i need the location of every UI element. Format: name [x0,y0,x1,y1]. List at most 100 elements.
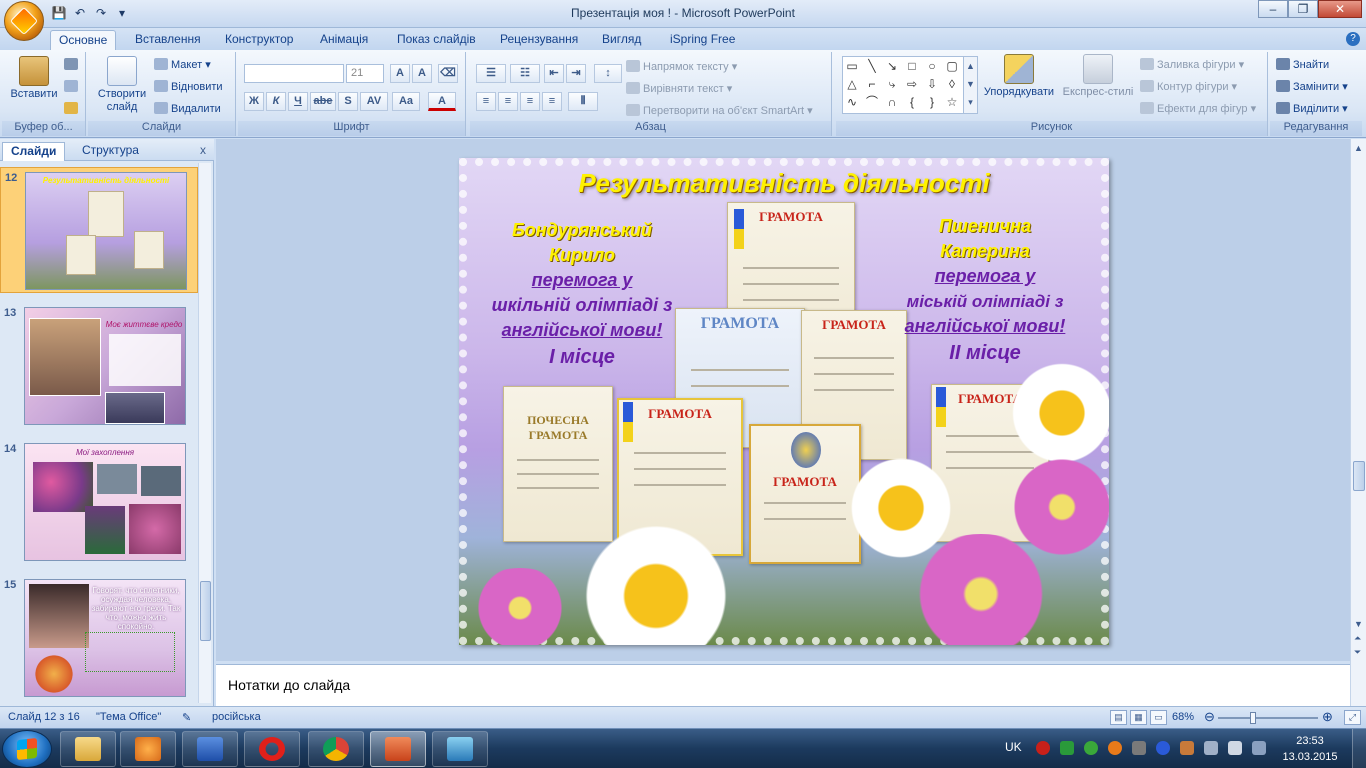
tab-slideshow[interactable]: Показ слайдів [389,30,484,50]
spacing-button[interactable]: AV [360,92,388,111]
start-button[interactable] [2,730,52,768]
volume-icon[interactable] [1204,741,1218,755]
change-case-button[interactable]: Aa [392,92,420,111]
callout-shape-icon[interactable]: ◊ [945,77,959,91]
copy-button[interactable] [64,78,81,96]
sorter-view-button[interactable]: ▦ [1130,710,1147,725]
network-icon[interactable] [1252,741,1266,755]
editor-scrollbar[interactable]: ▲ ▼ ⏶ ⏷ [1350,139,1366,706]
help-icon[interactable]: ? [1346,32,1360,46]
zoom-level[interactable]: 68% [1172,711,1194,723]
language-status[interactable]: російська [212,711,261,723]
scroll-thumb[interactable] [200,581,211,641]
grow-font-button[interactable]: A [390,64,410,83]
arc-shape-icon[interactable]: ⌒ [865,95,879,109]
align-right-button[interactable]: ≡ [520,92,540,111]
font-size-field[interactable]: 21 [346,64,384,83]
bullets-button[interactable]: ☰ [476,64,506,83]
taskbar-opera[interactable] [244,731,300,767]
shapes-gallery[interactable]: ▭ ╲ ↘ □ ○ ▢ △ ⌐ ⤷ ⇨ ⇩ ◊ ∿ ⌒ ∩ { } ☆ ▲ ▼ ▾ [842,56,978,114]
shape-effects-button[interactable]: Ефекти для фігур ▾ [1140,100,1256,118]
replace-button[interactable]: Замінити ▾ [1276,78,1348,96]
slide-title[interactable]: Результативність діяльності [459,168,1109,199]
paste-button[interactable]: Вставити [6,56,62,101]
reset-button[interactable]: Відновити [154,78,223,96]
layout-button[interactable]: Макет ▾ [154,56,211,74]
quick-styles-button[interactable]: Експрес-стилі [1060,54,1136,99]
bluetooth-icon[interactable] [1156,741,1170,755]
elbow-shape-icon[interactable]: ⌐ [865,77,879,91]
tab-design[interactable]: Конструктор [217,30,301,50]
increase-indent-button[interactable]: ⇥ [566,64,586,83]
scroll-down-icon[interactable]: ▼ [1354,619,1363,629]
notes-pane[interactable]: Нотатки до слайда [216,664,1350,706]
zoom-slider-knob[interactable] [1249,712,1256,724]
columns-button[interactable]: ⫴ [568,92,598,111]
underline-button[interactable]: Ч [288,92,308,111]
arrange-button[interactable]: Упорядкувати [980,54,1058,99]
textbox-shape-icon[interactable]: ▭ [845,59,859,73]
bold-button[interactable]: Ж [244,92,264,111]
left-textbox[interactable]: Бондурянський Кирило перемога у шкільній… [477,218,687,370]
tray-app-icon[interactable] [1180,741,1194,755]
tab-slides[interactable]: Слайди [2,142,66,161]
freeform-shape-icon[interactable]: ∩ [885,95,899,109]
spellcheck-icon[interactable]: ✎ [182,711,191,724]
slide-thumbnail-13[interactable]: 13 Моє життєве кредо [0,303,198,429]
strike-button[interactable]: abe [310,92,336,111]
left-brace-shape-icon[interactable]: { [905,95,919,109]
font-color-button[interactable]: A [428,92,456,111]
normal-view-button[interactable]: ▤ [1110,710,1127,725]
rectangle-shape-icon[interactable]: □ [905,59,919,73]
slideshow-view-button[interactable]: ▭ [1150,710,1167,725]
tab-home[interactable]: Основне [50,30,117,50]
line-shape-icon[interactable]: ╲ [865,59,879,73]
power-icon[interactable] [1228,741,1242,755]
tab-animation[interactable]: Анімація [312,30,376,50]
taskbar-media-player[interactable] [120,731,176,767]
slide-thumbnail-12[interactable]: 12 Результативність діяльності [0,167,198,293]
shadow-button[interactable]: S [338,92,358,111]
down-arrow-shape-icon[interactable]: ⇩ [925,77,939,91]
clear-format-button[interactable]: ⌫ [438,64,458,83]
clock[interactable]: 23:53 13.03.2015 [1280,733,1340,765]
zoom-in-icon[interactable]: ⊕ [1322,709,1333,725]
tab-insert[interactable]: Вставлення [127,30,209,50]
align-left-button[interactable]: ≡ [476,92,496,111]
right-arrow-shape-icon[interactable]: ⇨ [905,77,919,91]
previous-slide-icon[interactable]: ⏶ [1354,633,1361,644]
italic-button[interactable]: К [266,92,286,111]
tray-app-icon[interactable] [1108,741,1122,755]
cut-button[interactable] [64,56,81,74]
zoom-slider[interactable] [1218,712,1318,724]
fit-window-button[interactable]: ⤢ [1344,710,1361,725]
shapes-more-button[interactable]: ▲ ▼ ▾ [963,57,977,113]
panel-close-icon[interactable]: x [200,143,206,157]
find-button[interactable]: Знайти [1276,56,1329,74]
zoom-out-icon[interactable]: ⊖ [1204,709,1215,725]
justify-button[interactable]: ≡ [542,92,562,111]
show-desktop-button[interactable] [1352,729,1366,768]
star-shape-icon[interactable]: ☆ [945,95,959,109]
smartart-button[interactable]: Перетворити на об'єкт SmartArt ▾ [626,102,813,120]
taskbar-word[interactable] [182,731,238,767]
taskbar-chrome[interactable] [308,731,364,767]
minimize-button[interactable]: – [1258,0,1288,18]
office-button[interactable] [4,1,44,41]
right-brace-shape-icon[interactable]: } [925,95,939,109]
delete-slide-button[interactable]: Видалити [154,100,221,118]
taskbar-explorer[interactable] [60,731,116,767]
slides-panel-scrollbar[interactable] [198,163,211,703]
tab-view[interactable]: Вигляд [594,30,649,50]
shape-outline-button[interactable]: Контур фігури ▾ [1140,78,1237,96]
tab-ispring[interactable]: iSpring Free [662,30,743,50]
slide-thumbnail-14[interactable]: 14 Мої захоплення [0,439,198,565]
input-language[interactable]: UK [1005,740,1022,754]
tray-app-icon[interactable] [1132,741,1146,755]
slide-thumbnail-15[interactable]: 15 Говорят, что сплетники, осуждая челов… [0,575,198,701]
tray-app-icon[interactable] [1060,741,1074,755]
slide-canvas[interactable]: ГРАМОТА ГРАМОТА ГРАМОТА ПОЧЕСНА ГРАМОТА … [459,158,1109,645]
arrow-line-shape-icon[interactable]: ↘ [885,59,899,73]
shape-fill-button[interactable]: Заливка фігури ▾ [1140,56,1244,74]
tab-review[interactable]: Рецензування [492,30,586,50]
